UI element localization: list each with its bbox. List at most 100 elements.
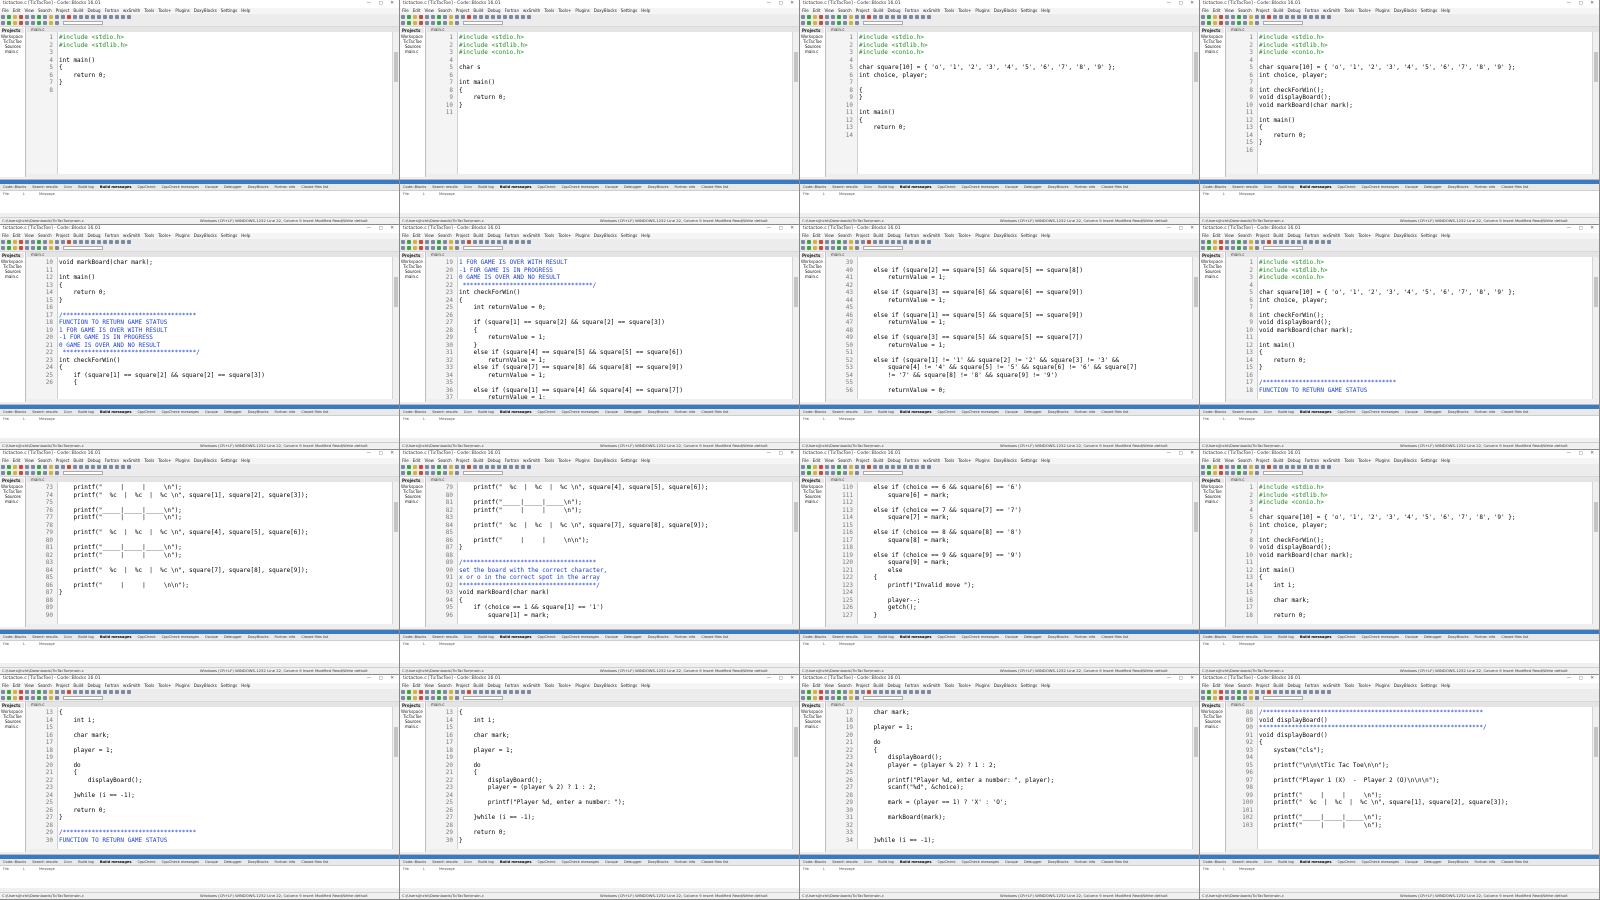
toolbar-button-icon[interactable] [1,471,5,475]
vertical-scrollbar[interactable] [792,707,799,849]
toolbar-button-icon[interactable] [1,15,5,19]
toolbar-button-icon[interactable] [1219,15,1223,19]
window-controls[interactable]: — ▢ ✕ [767,450,797,458]
build-target-select[interactable] [63,471,103,475]
build-target-select[interactable] [1263,696,1303,700]
code-editor[interactable]: 13{14 int i; 15 16 char mark; 17 18 player =… [427,707,793,849]
menu-item[interactable]: wxSmith [523,8,540,13]
toolbar-button-icon[interactable] [837,465,841,469]
scrollbar-thumb[interactable] [1594,277,1598,307]
toolbar-button-icon[interactable] [19,696,23,700]
toolbar-button-icon[interactable] [807,246,811,250]
toolbar-button-icon[interactable] [461,15,465,19]
toolbar-button-icon[interactable] [85,465,89,469]
log-tab[interactable]: CppCheck messages [162,860,199,864]
toolbar-button-icon[interactable] [831,15,835,19]
toolbar-button-icon[interactable] [807,15,811,19]
log-tab[interactable]: Fortran info [1074,410,1095,414]
toolbar-button-icon[interactable] [1231,240,1235,244]
window-controls[interactable]: — ▢ ✕ [767,675,797,683]
toolbar-button-icon[interactable] [455,21,459,25]
log-tab[interactable]: Closed files list [1501,635,1528,639]
menu-item[interactable]: Search [838,683,852,688]
source-file[interactable]: main.c [1201,724,1224,729]
toolbar-button-icon[interactable] [413,21,417,25]
menu-item[interactable]: Tools [144,8,154,13]
toolbar-button-icon[interactable] [31,21,35,25]
toolbar-button-icon[interactable] [1225,240,1229,244]
toolbar-button-icon[interactable] [527,15,531,19]
toolbar-button-icon[interactable] [31,465,35,469]
toolbar-button-icon[interactable] [413,15,417,19]
log-tab[interactable]: Cscope [605,635,618,639]
toolbar-button-icon[interactable] [103,15,107,19]
menu-item[interactable]: Project [1256,233,1270,238]
menu-item[interactable]: Debug [87,683,100,688]
menu-item[interactable]: Debug [87,233,100,238]
toolbar-button-icon[interactable] [7,21,11,25]
toolbar-button-icon[interactable] [843,696,847,700]
toolbar-button-icon[interactable] [909,690,913,694]
menu-item[interactable]: Help [1041,233,1050,238]
toolbar-button-icon[interactable] [1213,696,1217,700]
toolbar-button-icon[interactable] [819,240,823,244]
log-tab[interactable]: Code::Blocks [403,185,426,189]
toolbar-button-icon[interactable] [1243,15,1247,19]
toolbar-button-icon[interactable] [885,240,889,244]
vertical-scrollbar[interactable] [1192,257,1199,399]
scrollbar-thumb[interactable] [794,502,798,532]
menu-item[interactable]: Edit [813,233,821,238]
toolbar-button-icon[interactable] [407,15,411,19]
scrollbar-thumb[interactable] [1594,502,1598,532]
menu-item[interactable]: View [24,458,34,463]
toolbar-button-icon[interactable] [97,15,101,19]
toolbar-button-icon[interactable] [425,15,429,19]
toolbar-button-icon[interactable] [1285,465,1289,469]
log-tab[interactable]: Code::Blocks [1203,860,1226,864]
toolbar-button-icon[interactable] [801,696,805,700]
menu-item[interactable]: Debug [487,683,500,688]
projects-tab[interactable]: Projects [1,478,24,483]
toolbar-button-icon[interactable] [431,15,435,19]
toolbar-button-icon[interactable] [443,696,447,700]
toolbar-button-icon[interactable] [825,696,829,700]
toolbar-button-icon[interactable] [819,690,823,694]
log-tab[interactable]: Cccc [864,860,872,864]
menu-item[interactable]: Settings [221,8,237,13]
menu-item[interactable]: File [402,683,409,688]
toolbar-button-icon[interactable] [449,246,453,250]
toolbar-button-icon[interactable] [19,471,23,475]
toolbar-button-icon[interactable] [849,246,853,250]
window-controls[interactable]: — ▢ ✕ [1567,450,1597,458]
toolbar-button-icon[interactable] [1309,15,1313,19]
menu-item[interactable]: Project [856,683,870,688]
toolbar-button-icon[interactable] [7,465,11,469]
menu-item[interactable]: File [402,458,409,463]
menu-item[interactable]: wxSmith [123,8,140,13]
menu-item[interactable]: Help [241,458,250,463]
toolbar-button-icon[interactable] [873,240,877,244]
log-tab[interactable]: Build log [78,635,94,639]
toolbar-button-icon[interactable] [1225,246,1229,250]
toolbar-button-icon[interactable] [879,690,883,694]
toolbar-button-icon[interactable] [1,696,5,700]
log-tab[interactable]: CppCheck [537,185,555,189]
toolbar-button-icon[interactable] [491,465,495,469]
menu-item[interactable]: Tools+ [1358,233,1371,238]
scrollbar-thumb[interactable] [1194,277,1198,307]
toolbar-button-icon[interactable] [443,15,447,19]
menu-item[interactable]: View [824,233,834,238]
log-tab[interactable]: Closed files list [701,410,728,414]
toolbar-button-icon[interactable] [813,246,817,250]
toolbar-button-icon[interactable] [891,15,895,19]
toolbar-button-icon[interactable] [825,15,829,19]
menu-item[interactable]: Build [73,458,83,463]
toolbar-button-icon[interactable] [1285,690,1289,694]
menu-item[interactable]: Search [38,683,52,688]
menu-item[interactable]: View [824,8,834,13]
toolbar-button-icon[interactable] [825,246,829,250]
toolbar-button-icon[interactable] [1291,690,1295,694]
toolbar-button-icon[interactable] [49,690,53,694]
toolbar-button-icon[interactable] [861,240,865,244]
menu-item[interactable]: Help [1041,683,1050,688]
